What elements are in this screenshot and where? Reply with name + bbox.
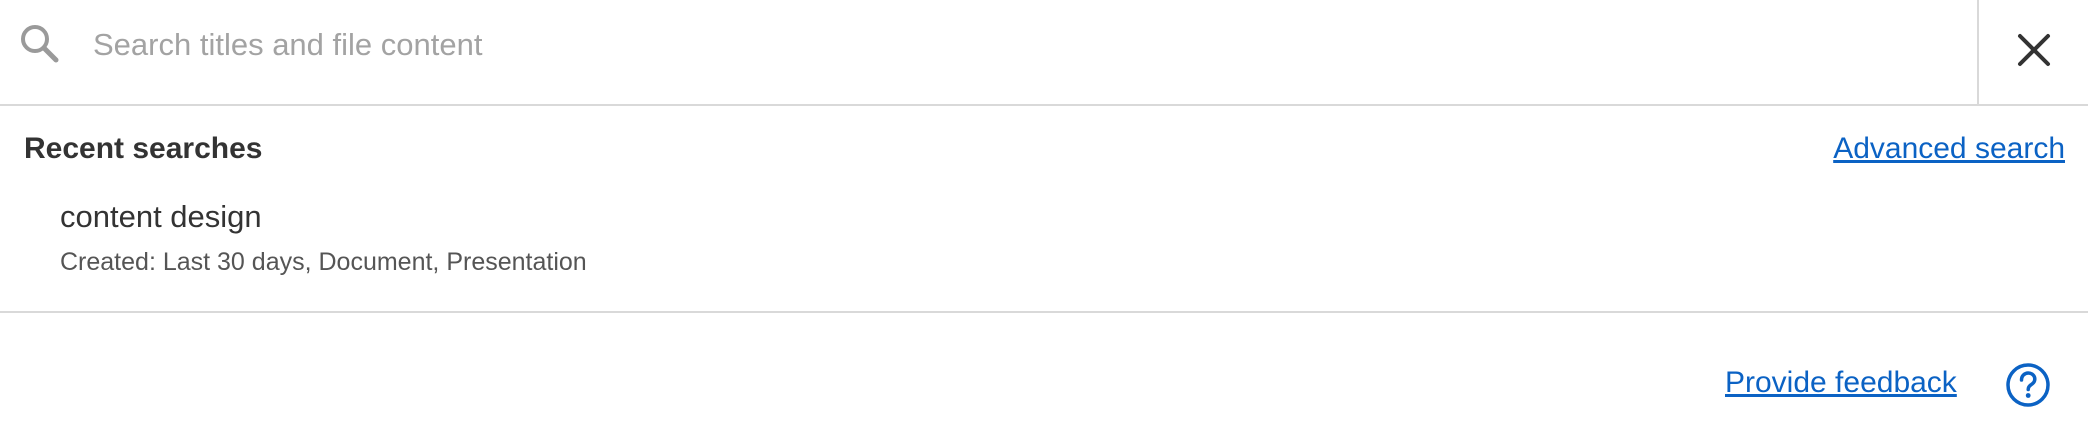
help-circle-icon [2005,363,2051,412]
recent-search-query: content design [60,199,262,234]
provide-feedback-link[interactable]: Provide feedback [1725,364,1957,402]
close-button[interactable] [1980,0,2088,104]
recent-search-filters: Created: Last 30 days, Document, Present… [60,248,587,276]
search-bar [0,0,2088,106]
close-divider [1977,0,1979,106]
help-button[interactable] [2005,362,2051,408]
advanced-search-link[interactable]: Advanced search [1833,130,2065,168]
section-divider [0,311,2088,313]
search-icon [16,20,64,68]
recent-searches-heading: Recent searches [24,132,263,165]
recent-search-item[interactable]: content design Created: Last 30 days, Do… [0,196,2088,288]
close-icon [2017,33,2051,72]
search-input[interactable] [93,18,1953,72]
